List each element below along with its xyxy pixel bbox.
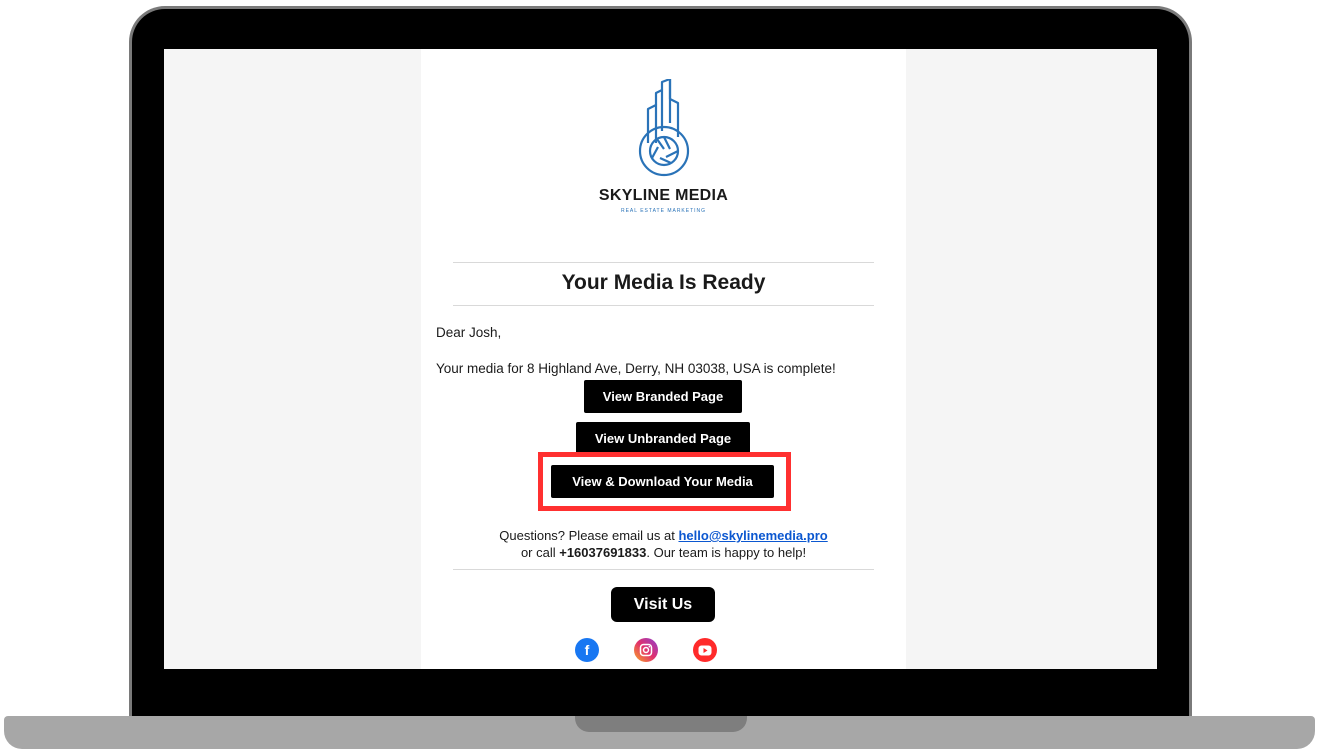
contact-phone: +16037691833 (559, 545, 647, 560)
laptop-notch (575, 716, 747, 732)
email-body: SKYLINE MEDIA REAL ESTATE MARKETING Your… (421, 49, 906, 669)
contact-email-link[interactable]: hello@skylinemedia.pro (678, 528, 827, 543)
visit-us-button[interactable]: Visit Us (611, 587, 715, 622)
divider-heading (453, 305, 874, 306)
youtube-icon[interactable] (693, 638, 717, 662)
greeting: Dear Josh, (436, 325, 502, 340)
contact-prefix: Questions? Please email us at (499, 528, 679, 543)
email-heading: Your Media Is Ready (561, 271, 766, 294)
message: Your media for 8 Highland Ave, Derry, NH… (436, 361, 836, 376)
highlight-box (538, 452, 791, 511)
divider-top (453, 262, 874, 263)
facebook-icon[interactable]: f (575, 638, 599, 662)
contact-line-2: or call +16037691833. Our team is happy … (421, 545, 906, 560)
brand-name: SKYLINE MEDIA (598, 187, 729, 204)
divider-bottom (453, 569, 874, 570)
call-suffix: . Our team is happy to help! (646, 545, 807, 560)
contact-line-1: Questions? Please email us at hello@skyl… (421, 528, 906, 543)
instagram-icon[interactable] (634, 638, 658, 662)
view-unbranded-page-button[interactable]: View Unbranded Page (576, 422, 750, 455)
laptop-screen: SKYLINE MEDIA REAL ESTATE MARKETING Your… (164, 49, 1157, 669)
building-camera-aperture-logo-icon (638, 79, 690, 177)
call-prefix: or call (520, 545, 560, 560)
brand-tagline: REAL ESTATE MARKETING (620, 208, 707, 214)
view-branded-page-button[interactable]: View Branded Page (584, 380, 742, 413)
